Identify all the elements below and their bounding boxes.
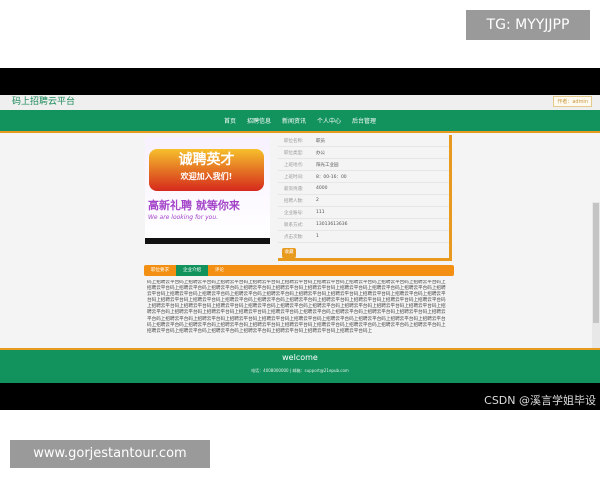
info-label: 点击次数:: [284, 234, 304, 240]
info-row: 点击次数: 1: [278, 231, 449, 243]
info-row: 企业账号: 111: [278, 207, 449, 219]
job-banner-image: 诚聘英才 欢迎加入我们! 高新礼聘 就等你来 We are looking for…: [145, 137, 270, 244]
site-header: 码上招聘云平台 作者：admin: [0, 95, 600, 110]
job-info-panel: 职位名称: 职员职位类型: 办公上班地点: 阳光工业园上班时间: 8：00-16：00 薪…: [278, 135, 452, 261]
info-row: 联系方式: 13013613636: [278, 219, 449, 231]
letterbox-top: [0, 68, 600, 95]
banner-slogan-en: We are looking for you.: [148, 214, 219, 221]
user-badge[interactable]: 作者：admin: [553, 96, 592, 107]
info-row: 职位类型: 办公: [278, 147, 449, 159]
info-label: 联系方式:: [284, 222, 304, 228]
info-label: 职位类型:: [284, 150, 304, 156]
info-label: 薪资待遇:: [284, 186, 304, 192]
banner-slogan: 高新礼聘 就等你来: [148, 199, 240, 212]
info-row: 上班时间: 8：00-16：00: [278, 171, 449, 183]
info-value: 办公: [316, 150, 325, 156]
info-value: 111: [316, 210, 325, 215]
info-label: 上班地点:: [284, 162, 304, 168]
info-label: 职位名称:: [284, 138, 304, 144]
footer: welcome 电话：4008000000 | 邮箱：support@21epu…: [0, 348, 600, 383]
tab-company-intro[interactable]: 企业介绍: [176, 265, 208, 276]
info-label: 上班时间:: [284, 174, 304, 180]
main-nav: 首页 招聘信息 新闻资讯 个人中心 后台管理: [0, 110, 600, 133]
footer-contact: 电话：4008000000 | 邮箱：support@21epub.com: [251, 368, 349, 373]
info-row: 职位名称: 职员: [278, 135, 449, 147]
nav-admin[interactable]: 后台管理: [352, 116, 376, 125]
tab-requirements[interactable]: 职位要求: [144, 265, 176, 276]
info-value: 职员: [316, 138, 325, 144]
info-label: 企业账号:: [284, 210, 304, 216]
nav-news[interactable]: 新闻资讯: [282, 116, 306, 125]
nav-home[interactable]: 首页: [224, 116, 236, 125]
detail-tabs: 职位要求 企业介绍 评论: [144, 265, 454, 276]
scrollbar-thumb[interactable]: [593, 203, 599, 323]
banner-headline: 诚聘英才 欢迎加入我们!: [149, 149, 264, 191]
info-value: 4000: [316, 186, 328, 191]
tab-comments[interactable]: 评论: [208, 265, 231, 276]
tg-badge: TG: MYYJJPP: [466, 10, 590, 40]
company-intro-text: 码上招聘云平台码上招聘云平台码上招聘云平台码上招聘云平台码上招聘云平台码上招聘云…: [147, 280, 446, 334]
info-row: 上班地点: 阳光工业园: [278, 159, 449, 171]
csdn-watermark: CSDN @溪言学姐毕设: [484, 394, 596, 407]
info-row: 薪资待遇: 4000: [278, 183, 449, 195]
nav-profile[interactable]: 个人中心: [317, 116, 341, 125]
info-row: 招聘人数: 2: [278, 195, 449, 207]
footer-welcome: welcome: [282, 353, 318, 362]
info-value: 2: [316, 198, 319, 203]
info-label: 招聘人数:: [284, 198, 304, 204]
info-value: 8：00-16：00: [316, 174, 347, 180]
info-value: 13013613636: [316, 222, 348, 227]
nav-jobs[interactable]: 招聘信息: [247, 116, 271, 125]
url-watermark: www.gorjestantour.com: [10, 440, 210, 468]
info-value: 1: [316, 234, 319, 239]
collect-button[interactable]: 收藏: [282, 248, 296, 258]
site-title: 码上招聘云平台: [12, 97, 76, 107]
info-value: 阳光工业园: [316, 162, 339, 168]
